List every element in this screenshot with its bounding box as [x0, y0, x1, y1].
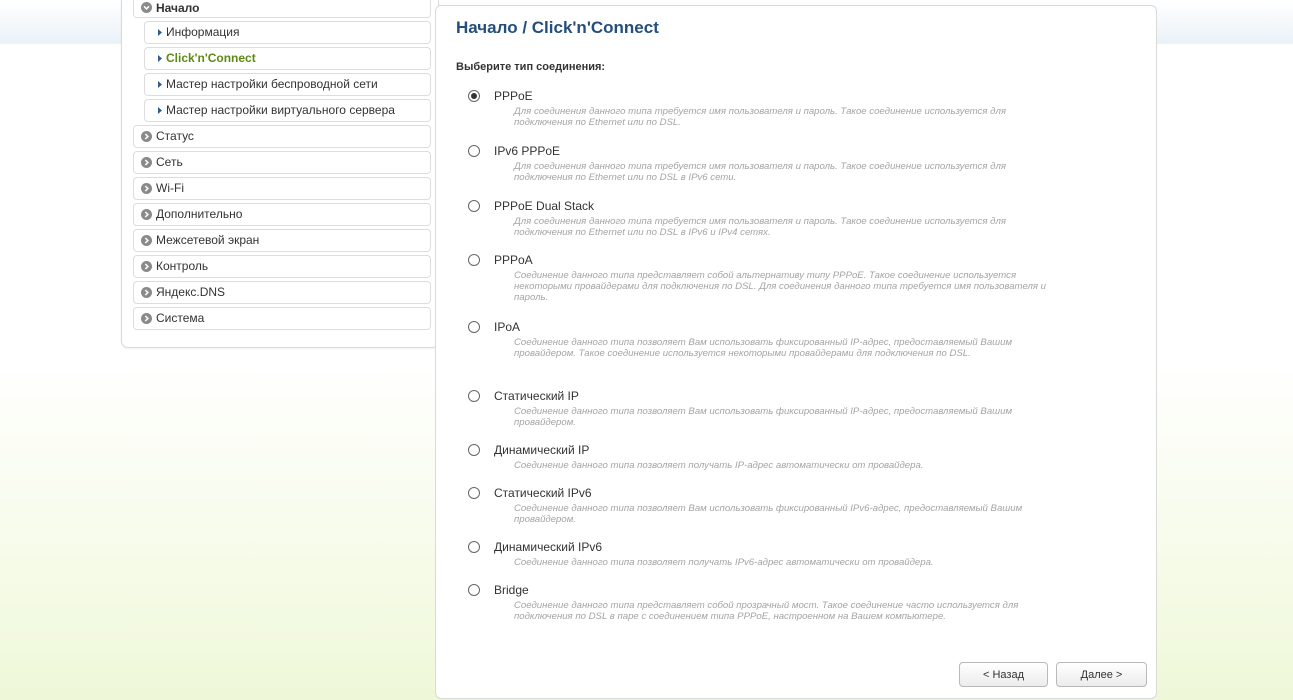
radio-pppoe[interactable]: [468, 90, 480, 102]
connection-type-label: Выберите тип соединения:: [456, 61, 606, 73]
triangle-right-icon: [158, 107, 162, 114]
sidebar-item-label: Информация: [166, 25, 240, 39]
circle-chevron-right-icon: [141, 157, 152, 168]
sidebar-item-firewall[interactable]: Межсетевой экран: [133, 229, 431, 252]
option-description: Соединение данного типа позволяет получа…: [514, 557, 934, 568]
sidebar-item-virtual-server-wizard[interactable]: Мастер настройки виртуального сервера: [144, 99, 431, 122]
sidebar-item-wireless-wizard[interactable]: Мастер настройки беспроводной сети: [144, 73, 431, 96]
sidebar-item-label: Межсетевой экран: [156, 233, 260, 247]
option-label[interactable]: Bridge: [494, 583, 529, 597]
sidebar-item-home[interactable]: Начало: [133, 0, 431, 18]
circle-chevron-right-icon: [141, 183, 152, 194]
circle-chevron-down-icon: [141, 2, 152, 13]
sidebar-item-label: Мастер настройки виртуального сервера: [166, 103, 395, 117]
radio-static-ip[interactable]: [468, 390, 480, 402]
sidebar-item-yandex-dns[interactable]: Яндекс.DNS: [133, 281, 431, 304]
sidebar-item-label: Контроль: [156, 259, 209, 273]
option-label[interactable]: IPv6 PPPoE: [494, 144, 560, 158]
radio-dynamic-ip[interactable]: [468, 444, 480, 456]
sidebar-item-status[interactable]: Статус: [133, 125, 431, 148]
sidebar-item-label: Wi-Fi: [156, 181, 184, 195]
sidebar-item-wifi[interactable]: Wi-Fi: [133, 177, 431, 200]
circle-chevron-right-icon: [141, 235, 152, 246]
sidebar-item-label: Начало: [156, 1, 200, 15]
radio-pppoe-dual-stack[interactable]: [468, 200, 480, 212]
option-label[interactable]: Динамический IPv6: [494, 540, 602, 554]
option-description: Соединение данного типа позволяет Вам ис…: [514, 337, 1013, 359]
option-label[interactable]: PPPoE: [494, 89, 533, 103]
sidebar-item-label: Сеть: [156, 155, 183, 169]
option-description: Соединение данного типа представляет соб…: [514, 270, 1047, 303]
option-label[interactable]: Динамический IP: [494, 443, 589, 457]
triangle-right-icon: [158, 29, 162, 36]
radio-ipoa[interactable]: [468, 321, 480, 333]
sidebar-item-control[interactable]: Контроль: [133, 255, 431, 278]
option-label[interactable]: Статический IP: [494, 389, 579, 403]
radio-static-ipv6[interactable]: [468, 487, 480, 499]
sidebar-item-label: Статус: [156, 129, 194, 143]
option-description: Соединение данного типа позволяет Вам ис…: [514, 406, 1013, 428]
option-label[interactable]: PPPoE Dual Stack: [494, 199, 594, 213]
sidebar-item-clickn-connect[interactable]: Click'n'Connect: [144, 47, 431, 70]
option-description: Для соединения данного типа требуется им…: [514, 106, 1006, 128]
sidebar: Начало Информация Click'n'Connect Мастер…: [121, 0, 439, 348]
sidebar-item-system[interactable]: Система: [133, 307, 431, 330]
circle-chevron-right-icon: [141, 131, 152, 142]
circle-chevron-right-icon: [141, 209, 152, 220]
option-label[interactable]: PPPoA: [494, 253, 533, 267]
sidebar-item-label: Click'n'Connect: [166, 51, 256, 65]
sidebar-item-advanced[interactable]: Дополнительно: [133, 203, 431, 226]
triangle-right-icon: [158, 81, 162, 88]
circle-chevron-right-icon: [141, 261, 152, 272]
sidebar-item-label: Система: [156, 311, 205, 325]
option-label[interactable]: Статический IPv6: [494, 486, 592, 500]
back-button[interactable]: < Назад: [959, 662, 1048, 687]
next-button[interactable]: Далее >: [1056, 662, 1147, 687]
sidebar-menu: Начало Информация Click'n'Connect Мастер…: [133, 0, 431, 333]
sidebar-item-label: Дополнительно: [156, 207, 243, 221]
circle-chevron-right-icon: [141, 313, 152, 324]
option-label[interactable]: IPoA: [494, 320, 520, 334]
sidebar-item-information[interactable]: Информация: [144, 21, 431, 44]
page-title: Начало / Click'n'Connect: [456, 18, 659, 37]
sidebar-item-network[interactable]: Сеть: [133, 151, 431, 174]
option-description: Соединение данного типа позволяет Вам ис…: [514, 503, 1023, 525]
radio-bridge[interactable]: [468, 584, 480, 596]
option-description: Соединение данного типа представляет соб…: [514, 600, 1019, 622]
option-description: Для соединения данного типа требуется им…: [514, 216, 1006, 238]
option-description: Для соединения данного типа требуется им…: [514, 161, 1006, 183]
option-description: Соединение данного типа позволяет получа…: [514, 460, 924, 471]
circle-chevron-right-icon: [141, 287, 152, 298]
sidebar-item-label: Яндекс.DNS: [156, 285, 226, 299]
radio-dynamic-ipv6[interactable]: [468, 541, 480, 553]
sidebar-item-label: Мастер настройки беспроводной сети: [166, 77, 378, 91]
radio-pppoa[interactable]: [468, 254, 480, 266]
content-panel: Начало / Click'n'Connect Выберите тип со…: [435, 5, 1157, 699]
triangle-right-icon: [158, 55, 162, 62]
radio-ipv6-pppoe[interactable]: [468, 145, 480, 157]
